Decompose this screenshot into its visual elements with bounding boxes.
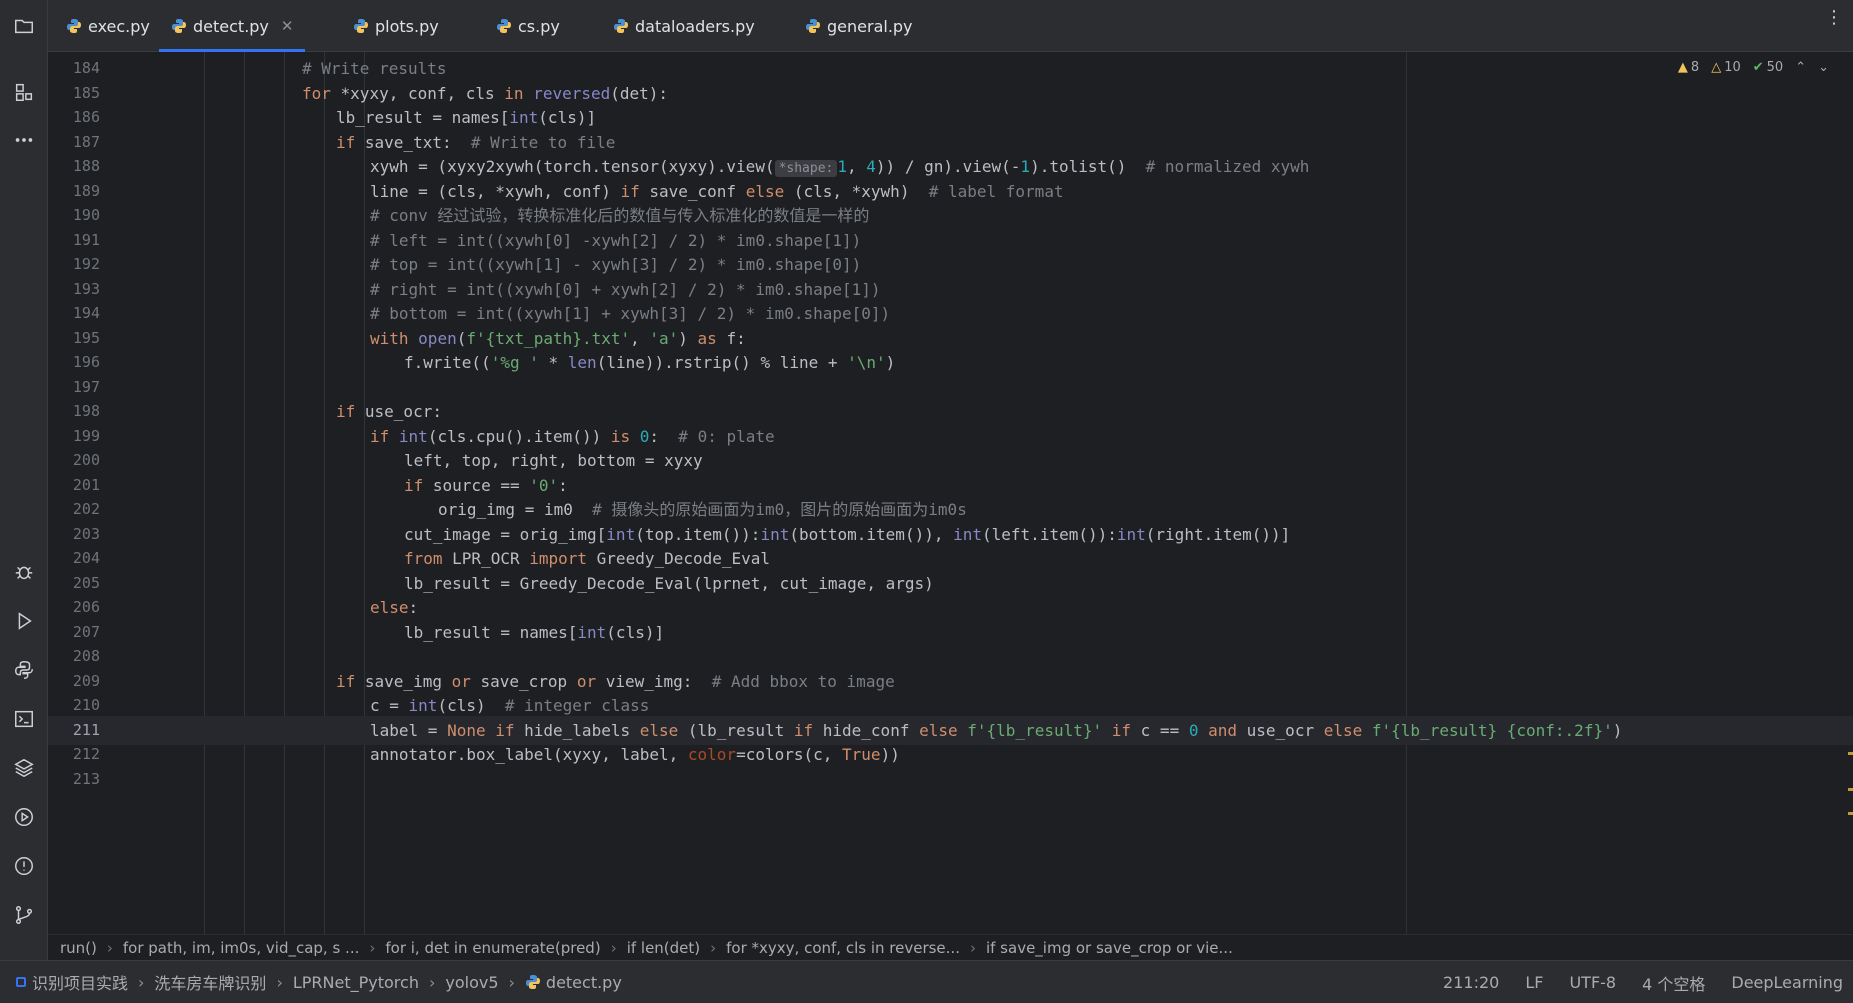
tab-general-py[interactable]: general.py: [805, 0, 913, 52]
chevron-right-icon: ›: [276, 972, 283, 992]
breadcrumb-item[interactable]: for *xyxy, conf, cls in reverse...: [726, 939, 960, 957]
line-number: 213: [72, 769, 100, 788]
chevron-right-icon: ›: [369, 938, 376, 957]
terminal-icon[interactable]: [12, 707, 36, 731]
more-vertical-icon[interactable]: ⋮: [1825, 9, 1843, 27]
navigation-path: 识别项目实践 › 洗车房车牌识别 › LPRNet_Pytorch › yolov5 ›…: [0, 970, 622, 994]
breadcrumb-item[interactable]: if len(det): [627, 939, 700, 957]
python-console-icon[interactable]: [12, 658, 36, 682]
chevron-right-icon: ›: [508, 972, 515, 992]
breadcrumb-item[interactable]: for path, im, im0s, vid_cap, s ...: [123, 939, 359, 957]
tab-label: cs.py: [518, 16, 560, 36]
chevron-right-icon: ›: [428, 972, 436, 992]
path-item[interactable]: detect.py: [546, 973, 622, 992]
tab-plots-py[interactable]: plots.py: [353, 0, 439, 52]
code-editor[interactable]: ▲ 8 △ 10 ✔ 50 ⌃ ⌄ 184 # Write results 185 for …: [48, 52, 1853, 934]
path-item[interactable]: LPRNet_Pytorch: [293, 973, 419, 992]
python-file-icon: [805, 18, 821, 34]
python-file-icon: [496, 18, 512, 34]
tab-label: detect.py: [193, 16, 269, 36]
activity-bar: [0, 0, 48, 960]
caret-position[interactable]: 211:20: [1443, 973, 1499, 992]
tab-exec-py[interactable]: exec.py: [66, 0, 150, 52]
debug-icon[interactable]: [12, 560, 36, 584]
git-icon[interactable]: [12, 903, 36, 927]
breadcrumb-item[interactable]: run(): [60, 939, 97, 957]
editor-tab-bar: exec.py detect.py ✕ plots.py cs.py datal…: [48, 0, 1853, 52]
chevron-right-icon: ›: [106, 938, 113, 957]
layers-icon[interactable]: [12, 756, 36, 780]
path-item[interactable]: yolov5: [445, 973, 498, 992]
tab-label: dataloaders.py: [635, 16, 755, 36]
run-icon[interactable]: [12, 609, 36, 633]
code-line[interactable]: 213: [48, 765, 1853, 794]
tab-label: plots.py: [375, 16, 439, 36]
services-icon[interactable]: [12, 805, 36, 829]
tab-label: general.py: [827, 16, 913, 36]
tab-cs-py[interactable]: cs.py: [496, 0, 560, 52]
project-icon: [16, 977, 26, 987]
chevron-right-icon: ›: [610, 938, 617, 957]
chevron-right-icon: ›: [969, 938, 976, 957]
breadcrumb-item[interactable]: if save_img or save_crop or vie...: [986, 939, 1233, 957]
tab-dataloaders-py[interactable]: dataloaders.py: [613, 0, 755, 52]
status-bar: 识别项目实践 › 洗车房车牌识别 › LPRNet_Pytorch › yolov5 ›…: [0, 960, 1853, 1003]
python-file-icon: [353, 18, 369, 34]
chevron-right-icon: ›: [138, 972, 145, 992]
close-icon[interactable]: ✕: [281, 17, 294, 35]
tab-detect-py[interactable]: detect.py ✕: [159, 0, 306, 52]
python-file-icon: [525, 974, 541, 990]
file-encoding[interactable]: UTF-8: [1569, 973, 1616, 992]
more-icon[interactable]: [12, 128, 36, 152]
code-breadcrumbs: run() › for path, im, im0s, vid_cap, s ..…: [48, 934, 1853, 960]
python-file-icon: [66, 18, 82, 34]
folder-icon[interactable]: [12, 14, 36, 38]
line-separator[interactable]: LF: [1525, 973, 1543, 992]
path-item[interactable]: 洗车房车牌识别: [154, 970, 266, 994]
python-interpreter[interactable]: DeepLearning: [1731, 973, 1843, 992]
python-file-icon: [613, 18, 629, 34]
indent-setting[interactable]: 4 个空格: [1642, 971, 1705, 995]
chevron-right-icon: ›: [710, 938, 717, 957]
tab-label: exec.py: [88, 16, 150, 36]
python-file-icon: [171, 18, 187, 34]
problems-icon[interactable]: [12, 854, 36, 878]
path-item[interactable]: 识别项目实践: [32, 970, 128, 994]
breadcrumb-item[interactable]: for i, det in enumerate(pred): [385, 939, 600, 957]
structure-icon[interactable]: [12, 80, 36, 104]
